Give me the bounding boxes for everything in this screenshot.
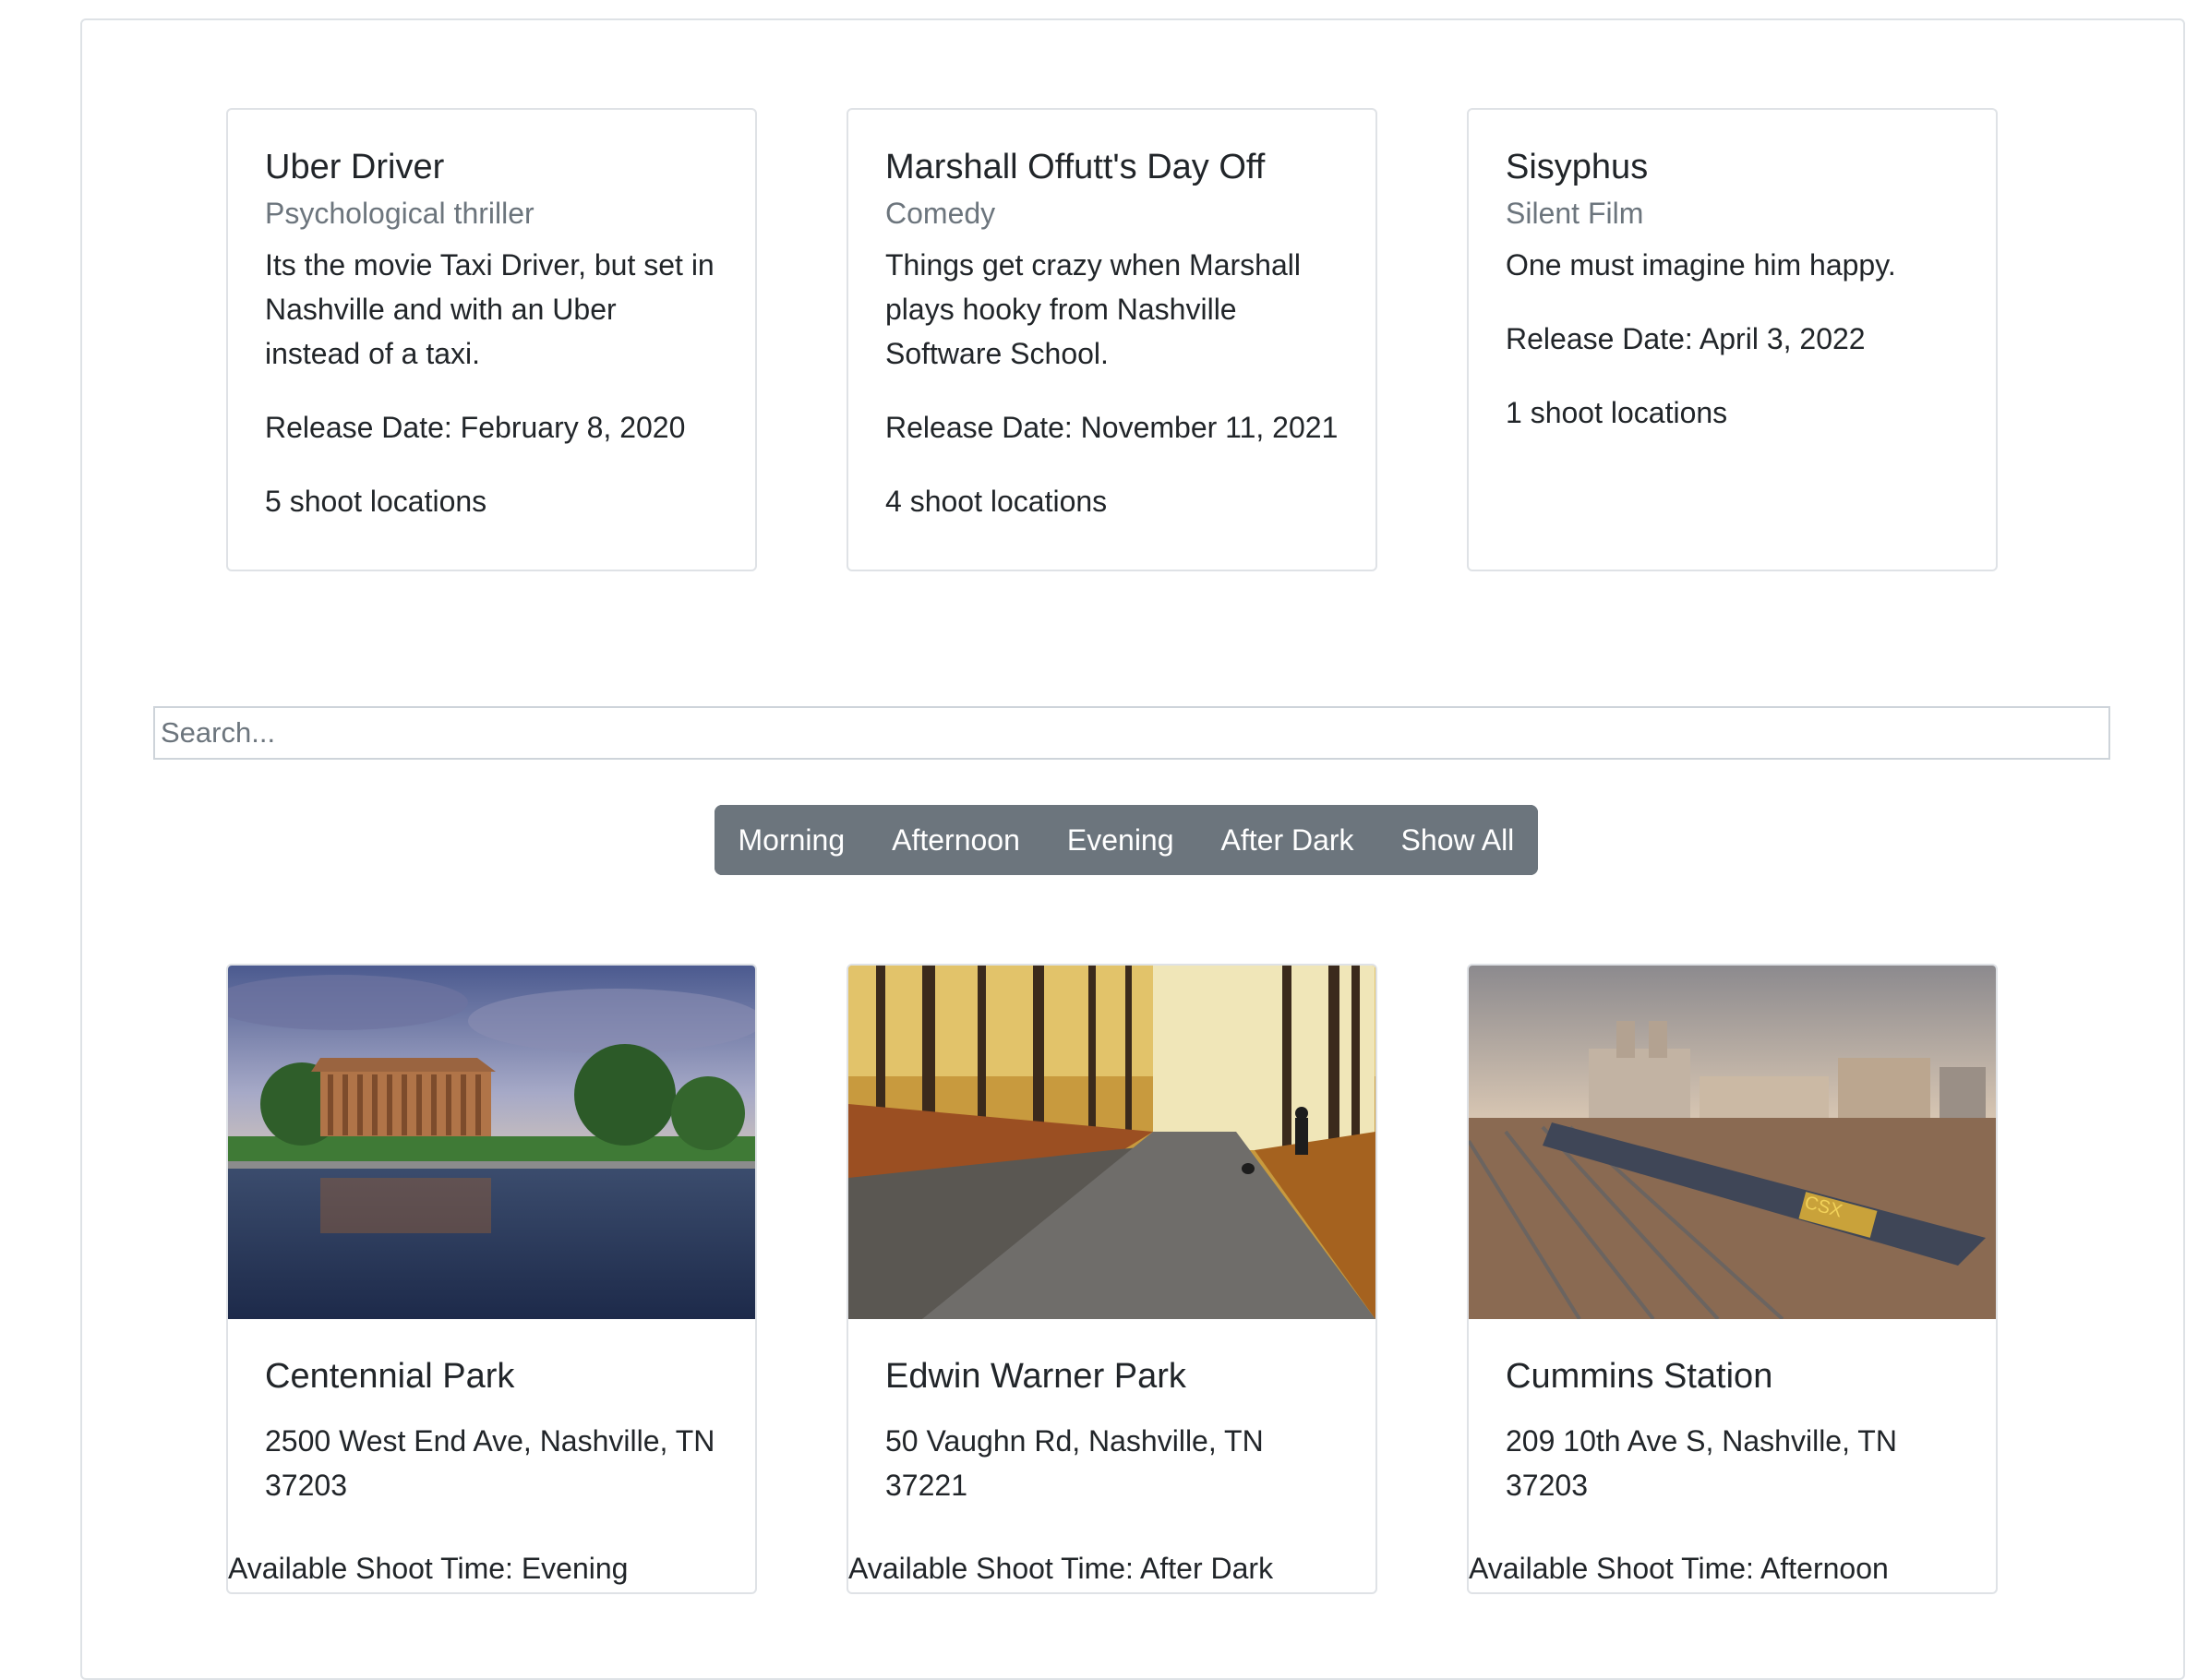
movie-release-date: Release Date: April 3, 2022	[1506, 322, 1866, 355]
location-name: Centennial Park	[265, 1357, 515, 1396]
location-photo	[848, 966, 1375, 1319]
location-photo	[228, 966, 755, 1319]
filter-afternoon-button[interactable]: Afternoon	[868, 805, 1044, 875]
location-card[interactable]: Edwin Warner Park 50 Vaughn Rd, Nashvill…	[847, 964, 1377, 1594]
location-address: 209 10th Ave S, Nashville, TN 37203	[1506, 1424, 1897, 1502]
movie-description: Its the movie Taxi Driver, but set in Na…	[265, 248, 715, 370]
movie-release-date: Release Date: November 11, 2021	[885, 411, 1339, 444]
filter-morning-button[interactable]: Morning	[715, 805, 869, 875]
movie-title: Sisyphus	[1506, 148, 1649, 186]
location-photo: CSX	[1469, 966, 1996, 1319]
movie-title: Uber Driver	[265, 148, 445, 186]
movie-genre: Silent Film	[1506, 197, 1644, 230]
movie-release-date: Release Date: February 8, 2020	[265, 411, 686, 444]
movie-description: Things get crazy when Marshall plays hoo…	[885, 248, 1301, 370]
location-name: Cummins Station	[1506, 1357, 1773, 1396]
movie-location-count: 4 shoot locations	[885, 485, 1108, 518]
filter-after-dark-button[interactable]: After Dark	[1197, 805, 1378, 875]
shoot-time-filter-group: Morning Afternoon Evening After Dark Sho…	[715, 805, 1538, 875]
location-card[interactable]: CSX Cummins Station 209 10th Ave S, Nash…	[1467, 964, 1998, 1594]
location-card[interactable]: Centennial Park 2500 West End Ave, Nashv…	[226, 964, 757, 1594]
movie-card[interactable]: Uber Driver Psychological thriller Its t…	[226, 108, 757, 571]
movie-genre: Psychological thriller	[265, 197, 534, 230]
movie-location-count: 1 shoot locations	[1506, 396, 1728, 429]
location-address: 50 Vaughn Rd, Nashville, TN 37221	[885, 1424, 1264, 1502]
location-address: 2500 West End Ave, Nashville, TN 37203	[265, 1424, 715, 1502]
search-input[interactable]	[153, 706, 2110, 760]
location-shoot-time: Available Shoot Time: Evening	[228, 1552, 629, 1585]
location-shoot-time: Available Shoot Time: After Dark	[848, 1552, 1274, 1585]
movie-card[interactable]: Marshall Offutt's Day Off Comedy Things …	[847, 108, 1377, 571]
movie-title: Marshall Offutt's Day Off	[885, 148, 1266, 186]
movie-location-count: 5 shoot locations	[265, 485, 487, 518]
movie-description: One must imagine him happy.	[1506, 248, 1896, 282]
location-name: Edwin Warner Park	[885, 1357, 1186, 1396]
show-all-button[interactable]: Show All	[1377, 805, 1538, 875]
movie-genre: Comedy	[885, 197, 996, 230]
filter-evening-button[interactable]: Evening	[1043, 805, 1198, 875]
location-shoot-time: Available Shoot Time: Afternoon	[1469, 1552, 1889, 1585]
movie-card[interactable]: Sisyphus Silent Film One must imagine hi…	[1467, 108, 1998, 571]
